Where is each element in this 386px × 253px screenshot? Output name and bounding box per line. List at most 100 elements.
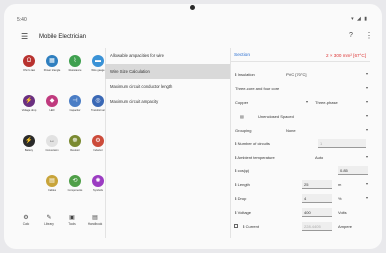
tile-resistor[interactable]: ☸ Resistor <box>64 135 86 152</box>
current-input[interactable]: 228.4405 <box>302 222 332 231</box>
length-input[interactable]: 25 <box>302 180 332 189</box>
info-icon[interactable]: ℹ <box>235 182 237 187</box>
tile-wire-gauge-icon: ▬ <box>92 55 104 67</box>
tile-power-icon: ▦ <box>46 55 58 67</box>
drop-input[interactable]: 4 <box>302 194 332 203</box>
tile-conversion[interactable]: ↔ Conversion <box>41 135 63 152</box>
insulation-select[interactable]: PVC [70°C] <box>286 72 307 77</box>
drop-row: ℹ Drop 4 % ▾ <box>230 193 370 204</box>
nav-calc-icon: ⚙ <box>23 215 29 221</box>
chevron-down-icon[interactable]: ▾ <box>366 113 368 118</box>
info-icon[interactable]: ℹ <box>235 210 237 215</box>
drop-unit-select[interactable]: % <box>338 196 342 201</box>
tile-voltage-drop-label: Voltage drop <box>21 109 37 112</box>
tile-voltage-drop[interactable]: ⚡ Voltage drop <box>18 95 40 112</box>
info-icon[interactable]: ℹ <box>243 224 245 229</box>
tile-capacitor-label: Capacitor <box>69 109 81 112</box>
tile-inductor-icon: ⚙ <box>92 135 104 147</box>
ambient-label: Ambient temperature <box>237 155 275 160</box>
tile-components-label: Components <box>67 189 83 192</box>
voltage-unit: Volts <box>338 210 347 215</box>
tile-symbols-icon: ✺ <box>92 175 104 187</box>
chevron-down-icon[interactable]: ▾ <box>366 127 368 132</box>
tile-capacitor[interactable]: ⊣ Capacitor <box>64 95 86 112</box>
drop-label: Drop <box>237 196 247 201</box>
installation-select[interactable]: Unenclosed Spaced <box>258 114 294 119</box>
nav-library-label: Library <box>44 222 54 226</box>
tile-cables-icon: ▤ <box>46 175 58 187</box>
nav-handbook-icon: ▤ <box>92 215 98 221</box>
phase-select[interactable]: Three-phase <box>315 100 338 105</box>
chevron-down-icon[interactable]: ▾ <box>366 154 368 159</box>
tile-resistance-label: Resistance <box>68 69 82 72</box>
tile-resistance-icon: ⌇ <box>69 55 81 67</box>
cable-type-row[interactable]: Three-core and four core ▾ <box>230 83 370 94</box>
ambient-select[interactable]: Auto <box>315 155 323 160</box>
cable-method-icon: ▤ <box>240 114 244 119</box>
length-unit-select[interactable]: m <box>338 182 341 187</box>
chevron-down-icon[interactable]: ▾ <box>366 71 368 76</box>
cos-row: ℹ cos(φ) 0.85 <box>230 165 370 176</box>
nav-tools[interactable]: ▣ Tools <box>62 214 82 226</box>
info-icon[interactable]: ℹ <box>235 196 237 201</box>
list-item-wire-size-calculation[interactable]: Wire Size Calculation <box>105 64 230 79</box>
tile-capacitor-icon: ⊣ <box>69 95 81 107</box>
tile-led[interactable]: ◆ LED <box>41 95 63 112</box>
wire-size-form: Section 2 × 300 mm² [67°C] ℹ Insulation … <box>230 48 370 238</box>
tile-resistance[interactable]: ⌇ Resistance <box>64 55 86 72</box>
list-item-max-circuit-ampacity[interactable]: Maximum circuit ampacity <box>105 94 230 109</box>
tile-ohm-icon: Ω <box>23 55 35 67</box>
tile-power[interactable]: ▦ Power triangle <box>41 55 63 72</box>
current-unit: Ampere <box>338 224 353 229</box>
current-label: Current <box>245 224 259 229</box>
chevron-down-icon[interactable]: ▾ <box>366 85 368 90</box>
section-header: Section 2 × 300 mm² [67°C] <box>230 48 370 62</box>
tool-grid: Ω Ohm's law ▦ Power triangle ⌇ Resistance ▬ Wir… <box>14 49 109 233</box>
tile-battery[interactable]: ⚡ Battery <box>18 135 40 152</box>
nav-library[interactable]: ✎ Library <box>39 214 59 226</box>
cos-label: cos(φ) <box>237 168 250 173</box>
tile-ohm-label: Ohm's law <box>22 69 36 72</box>
grouping-select[interactable]: None <box>286 128 296 133</box>
conductor-row[interactable]: Copper ▾ Three-phase ▾ <box>230 97 370 108</box>
tile-voltage-drop-icon: ⚡ <box>23 95 35 107</box>
installation-row[interactable]: ▤ Unenclosed Spaced ▾ <box>230 111 370 122</box>
info-icon[interactable]: ℹ <box>235 141 237 146</box>
tile-cables[interactable]: ▤ Cables <box>41 175 63 192</box>
insulation-row[interactable]: ℹ Insulation PVC [70°C] ▾ <box>230 69 370 80</box>
nav-tools-icon: ▣ <box>69 215 75 221</box>
menu-icon[interactable]: ☰ <box>21 32 28 41</box>
current-row: ℹ Current 228.4405 Ampere <box>230 221 370 232</box>
info-icon[interactable]: ℹ <box>235 168 237 173</box>
more-options-icon[interactable]: ⋮ <box>365 31 373 40</box>
voltage-row: ℹ Voltage 400 Volts <box>230 207 370 218</box>
chevron-down-icon[interactable]: ▾ <box>366 99 368 104</box>
app-title: Mobile Electrician <box>39 34 87 40</box>
list-item-allowable-ampacities[interactable]: Allowable ampacities for wire <box>105 48 230 64</box>
circuits-select[interactable]: 1 <box>318 139 366 148</box>
status-bar: 5:40 ▾ ◢ ▮ <box>4 4 382 23</box>
circuits-label: Number of circuits <box>237 141 270 146</box>
cos-input[interactable]: 0.85 <box>338 166 368 175</box>
help-icon[interactable]: ? <box>349 32 353 39</box>
conductor-select[interactable]: Copper <box>235 100 248 105</box>
nav-calc[interactable]: ⚙ Calc <box>16 214 36 226</box>
list-item-max-conductor-length[interactable]: Maximum circuit conductor length <box>105 79 230 94</box>
chevron-down-icon[interactable]: ▾ <box>366 181 368 186</box>
tile-ohm[interactable]: Ω Ohm's law <box>18 55 40 72</box>
nav-handbook-label: Handbook <box>87 222 103 226</box>
length-label: Length <box>237 182 250 187</box>
ambient-row[interactable]: ℹ Ambient temperature Auto ▾ <box>230 152 370 163</box>
grouping-row[interactable]: Grouping None ▾ <box>230 125 370 136</box>
nav-tools-label: Tools <box>68 222 76 226</box>
chevron-down-icon[interactable]: ▾ <box>366 195 368 200</box>
voltage-input[interactable]: 400 <box>302 208 332 217</box>
section-result: 2 × 300 mm² [67°C] <box>325 53 366 58</box>
tile-transformer-icon: ◎ <box>92 95 104 107</box>
nav-handbook[interactable]: ▤ Handbook <box>85 214 105 226</box>
chevron-down-icon[interactable]: ▾ <box>306 99 308 104</box>
tile-components[interactable]: ⟲ Components <box>64 175 86 192</box>
info-icon[interactable]: ℹ <box>235 72 237 77</box>
current-checkbox[interactable] <box>234 224 238 228</box>
cable-type-select[interactable]: Three-core and four core <box>235 86 279 91</box>
